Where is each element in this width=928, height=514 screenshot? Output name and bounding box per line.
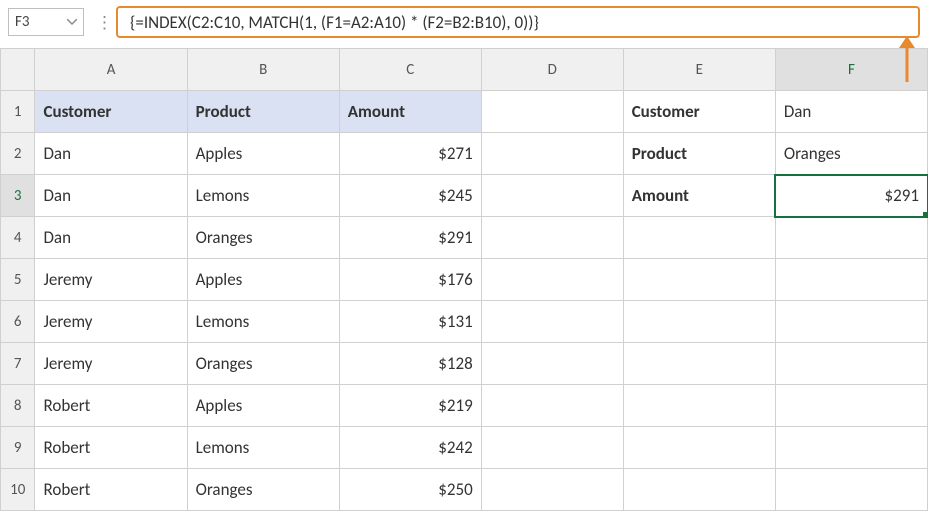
cell-C6[interactable]: $131 [339, 301, 481, 343]
cell-C10[interactable]: $250 [339, 469, 481, 511]
cell-A1[interactable]: Customer [35, 91, 187, 133]
cell-F1[interactable]: Dan [775, 91, 927, 133]
cell-E7[interactable] [623, 343, 775, 385]
cell-D4[interactable] [481, 217, 623, 259]
cell-B6[interactable]: Lemons [187, 301, 339, 343]
cell-D5[interactable] [481, 259, 623, 301]
cell-B9[interactable]: Lemons [187, 427, 339, 469]
cell-B7[interactable]: Oranges [187, 343, 339, 385]
column-header-B[interactable]: B [187, 49, 339, 91]
cell-F10[interactable] [775, 469, 927, 511]
cell-A8[interactable]: Robert [35, 385, 187, 427]
cell-C7[interactable]: $128 [339, 343, 481, 385]
cell-F7[interactable] [775, 343, 927, 385]
select-all-corner[interactable] [1, 49, 35, 91]
column-header-D[interactable]: D [481, 49, 623, 91]
cell-D10[interactable] [481, 469, 623, 511]
cell-D9[interactable] [481, 427, 623, 469]
cell-C9[interactable]: $242 [339, 427, 481, 469]
cell-F4[interactable] [775, 217, 927, 259]
cell-D3[interactable] [481, 175, 623, 217]
cell-C4[interactable]: $291 [339, 217, 481, 259]
cell-E1[interactable]: Customer [623, 91, 775, 133]
cell-E4[interactable] [623, 217, 775, 259]
cell-A6[interactable]: Jeremy [35, 301, 187, 343]
cell-C2[interactable]: $271 [339, 133, 481, 175]
cell-E10[interactable] [623, 469, 775, 511]
name-box-value: F3 [15, 13, 61, 31]
cell-A7[interactable]: Jeremy [35, 343, 187, 385]
cell-D6[interactable] [481, 301, 623, 343]
cell-B1[interactable]: Product [187, 91, 339, 133]
cell-F3[interactable]: $291 [775, 175, 927, 217]
cell-D1[interactable] [481, 91, 623, 133]
cell-D2[interactable] [481, 133, 623, 175]
cell-C5[interactable]: $176 [339, 259, 481, 301]
cell-E2[interactable]: Product [623, 133, 775, 175]
cell-D8[interactable] [481, 385, 623, 427]
cell-B5[interactable]: Apples [187, 259, 339, 301]
row-header-4[interactable]: 4 [1, 217, 35, 259]
cell-B3[interactable]: Lemons [187, 175, 339, 217]
cell-E8[interactable] [623, 385, 775, 427]
row-header-9[interactable]: 9 [1, 427, 35, 469]
cell-C8[interactable]: $219 [339, 385, 481, 427]
cell-B8[interactable]: Apples [187, 385, 339, 427]
cell-A10[interactable]: Robert [35, 469, 187, 511]
cell-C3[interactable]: $245 [339, 175, 481, 217]
formula-input[interactable] [128, 11, 908, 34]
row-header-10[interactable]: 10 [1, 469, 35, 511]
cell-B10[interactable]: Oranges [187, 469, 339, 511]
column-header-A[interactable]: A [35, 49, 187, 91]
cell-B2[interactable]: Apples [187, 133, 339, 175]
column-header-E[interactable]: E [623, 49, 775, 91]
cell-E9[interactable] [623, 427, 775, 469]
cell-B4[interactable]: Oranges [187, 217, 339, 259]
column-header-C[interactable]: C [339, 49, 481, 91]
toolbar-separator: ⋮ [96, 12, 104, 33]
cell-F9[interactable] [775, 427, 927, 469]
row-header-1[interactable]: 1 [1, 91, 35, 133]
row-header-7[interactable]: 7 [1, 343, 35, 385]
cell-E6[interactable] [623, 301, 775, 343]
name-box[interactable]: F3 [8, 8, 84, 36]
arrow-up-icon [896, 36, 918, 82]
cell-F8[interactable] [775, 385, 927, 427]
row-header-5[interactable]: 5 [1, 259, 35, 301]
row-header-3[interactable]: 3 [1, 175, 35, 217]
cell-A5[interactable]: Jeremy [35, 259, 187, 301]
row-header-8[interactable]: 8 [1, 385, 35, 427]
cell-A4[interactable]: Dan [35, 217, 187, 259]
spreadsheet-grid[interactable]: ABCDEF 1CustomerProductAmountCustomerDan… [0, 48, 928, 511]
cell-F6[interactable] [775, 301, 927, 343]
row-header-6[interactable]: 6 [1, 301, 35, 343]
formula-toolbar: F3 ⋮ [0, 0, 928, 48]
chevron-down-icon [67, 19, 77, 25]
cell-C1[interactable]: Amount [339, 91, 481, 133]
cell-F5[interactable] [775, 259, 927, 301]
cell-A3[interactable]: Dan [35, 175, 187, 217]
cell-A9[interactable]: Robert [35, 427, 187, 469]
cell-E5[interactable] [623, 259, 775, 301]
row-header-2[interactable]: 2 [1, 133, 35, 175]
cell-F2[interactable]: Oranges [775, 133, 927, 175]
cell-A2[interactable]: Dan [35, 133, 187, 175]
formula-bar[interactable] [116, 6, 920, 38]
cell-E3[interactable]: Amount [623, 175, 775, 217]
cell-D7[interactable] [481, 343, 623, 385]
